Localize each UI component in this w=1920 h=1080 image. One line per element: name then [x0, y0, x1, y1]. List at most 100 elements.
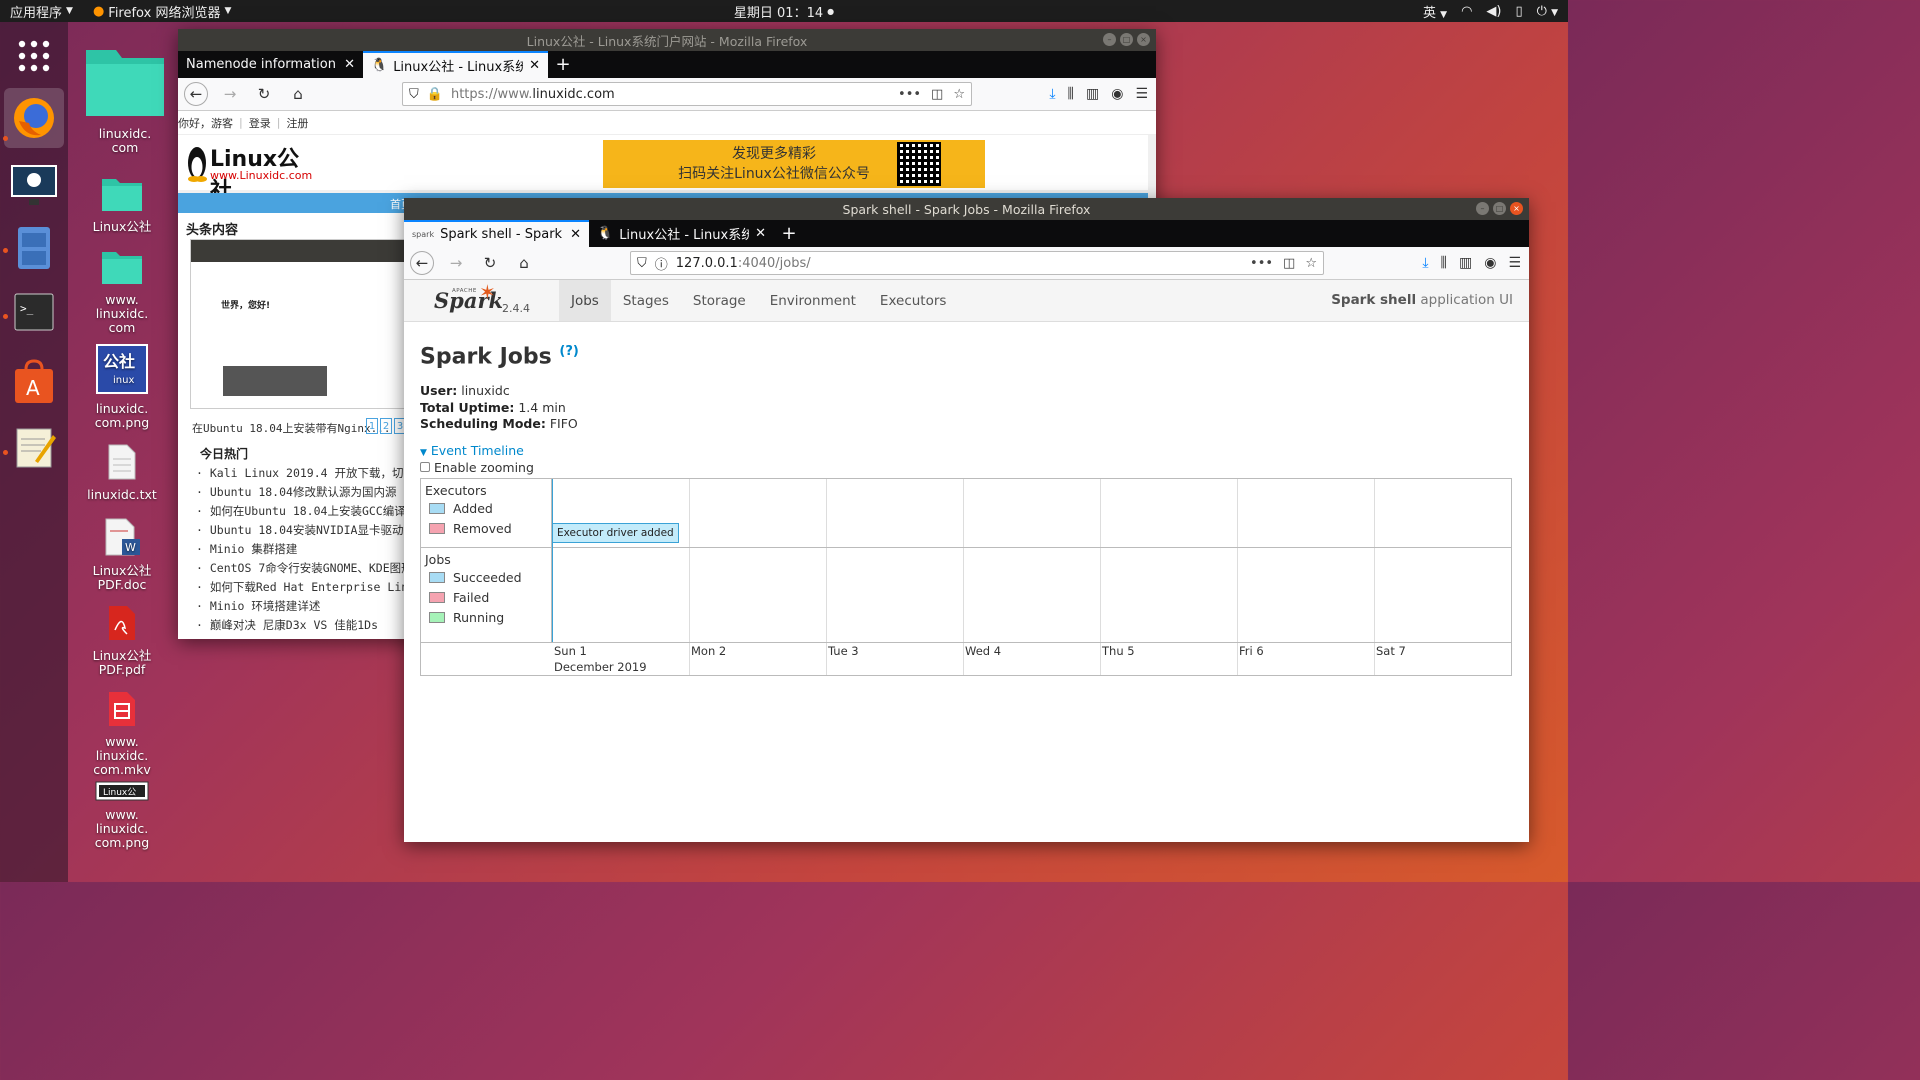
site-logo[interactable]: Linux公社 www.Linuxidc.com [186, 139, 312, 204]
tab-executors[interactable]: Executors [868, 280, 959, 321]
desktop-icon[interactable]: www. linuxidc. com [72, 248, 172, 335]
minimize-button[interactable]: – [1103, 33, 1116, 46]
back-button[interactable]: ← [184, 82, 208, 106]
list-item[interactable]: · 如何下载Red Hat Enterprise Linux [196, 578, 406, 597]
enable-zooming[interactable]: Enable zooming [420, 460, 1513, 475]
bookmark-star-icon[interactable]: ☆ [1305, 256, 1317, 271]
desktop-icon[interactable]: Linux公社 PDF.pdf [72, 604, 172, 677]
help-link[interactable]: (?) [559, 344, 578, 359]
bookmark-star-icon[interactable]: ☆ [953, 87, 965, 102]
desktop-icon[interactable]: Linux公社 [72, 175, 172, 234]
page-actions-icon[interactable]: ••• [898, 87, 921, 102]
download-icon[interactable]: ⤓ [1049, 86, 1055, 102]
wifi-icon[interactable]: ◠ [1461, 4, 1472, 19]
headline-thumbnail[interactable]: 世界，您好! [190, 239, 405, 409]
window-titlebar[interactable]: Linux公社 - Linux系统门户网站 - Mozilla Firefox … [178, 29, 1156, 51]
back-button[interactable]: ← [410, 251, 434, 275]
power-icon[interactable]: ⏻ ▼ [1537, 4, 1558, 19]
home-button[interactable]: ⌂ [512, 251, 536, 275]
list-item[interactable]: · CentOS 7命令行安装GNOME、KDE图形 [196, 559, 406, 578]
shield-icon[interactable]: ⛉ [637, 256, 647, 271]
lock-icon[interactable]: 🔒 [427, 87, 443, 102]
window-titlebar[interactable]: Spark shell - Spark Jobs - Mozilla Firef… [404, 198, 1529, 220]
url-bar[interactable]: ⛉ ⓘ 127.0.0.1:4040/jobs/ ••• ◫ ☆ [630, 251, 1324, 275]
volume-icon[interactable]: ◀) [1486, 4, 1501, 19]
forward-button[interactable]: → [218, 82, 242, 106]
applications-menu[interactable]: 应用程序 ▼ [0, 2, 83, 21]
library-icon[interactable]: ⫼ [1068, 86, 1074, 102]
register-link[interactable]: 注册 [286, 115, 308, 131]
pocket-icon[interactable]: ◫ [931, 87, 943, 102]
new-tab-button[interactable]: + [548, 51, 578, 78]
tab-linuxidc[interactable]: 🐧 Linux公社 - Linux系统门 ✕ [363, 51, 548, 78]
spark-logo[interactable]: APACHE Spark ✶ 2.4.4 [404, 280, 559, 321]
dock-text-editor[interactable] [4, 418, 64, 478]
event-timeline[interactable]: Executors Added Removed Jobs Succeeded F… [420, 478, 1512, 676]
close-button[interactable]: × [1510, 202, 1523, 215]
close-tab-icon[interactable]: ✕ [755, 226, 766, 241]
thumb-caption[interactable]: 在Ubuntu 18.04上安装带有Nginx... [192, 420, 390, 436]
desktop-icon[interactable]: linuxidc. com [75, 42, 175, 155]
desktop-icon[interactable]: Linux公 www. linuxidc. com.png [72, 781, 172, 850]
page-link[interactable]: 2 [380, 418, 392, 434]
info-icon[interactable]: ⓘ [655, 254, 668, 273]
menu-icon[interactable]: ☰ [1135, 86, 1148, 102]
sidebar-icon[interactable]: ▥ [1086, 86, 1099, 102]
download-icon[interactable]: ⤓ [1422, 255, 1428, 271]
clock[interactable]: 星期日 01：14 ● [724, 2, 844, 21]
ad-banner[interactable]: 发现更多精彩 扫码关注Linux公社微信公众号 [603, 140, 985, 188]
dock-remote-desktop[interactable] [4, 156, 64, 216]
battery-icon[interactable]: ▯ [1516, 4, 1523, 19]
pocket-icon[interactable]: ◫ [1283, 256, 1295, 271]
maximize-button[interactable]: □ [1493, 202, 1506, 215]
front-browser-window[interactable]: Spark shell - Spark Jobs - Mozilla Firef… [404, 198, 1529, 842]
account-icon[interactable]: ◉ [1111, 86, 1123, 102]
list-item[interactable]: · Minio 集群搭建 [196, 540, 406, 559]
desktop-icon[interactable]: www. linuxidc. com.mkv [72, 690, 172, 777]
list-item[interactable]: · Ubuntu 18.04安装NVIDIA显卡驱动教 [196, 521, 406, 540]
dock-terminal[interactable]: >_ [4, 284, 64, 344]
tab-linuxidc[interactable]: 🐧 Linux公社 - Linux系统门 ✕ [589, 220, 774, 247]
menu-icon[interactable]: ☰ [1508, 255, 1521, 271]
dock-file-cabinet[interactable] [4, 218, 64, 278]
list-item[interactable]: · Kali Linux 2019.4 开放下载，切换 [196, 464, 406, 483]
url-bar[interactable]: ⛉ 🔒 https://www.linuxidc.com ••• ◫ ☆ [402, 82, 972, 106]
dock-software[interactable]: A [4, 352, 64, 412]
tab-stages[interactable]: Stages [611, 280, 681, 321]
list-item[interactable]: · 如何在Ubuntu 18.04上安装GCC编译器 [196, 502, 406, 521]
sidebar-icon[interactable]: ▥ [1459, 255, 1472, 271]
tab-environment[interactable]: Environment [758, 280, 868, 321]
minimize-button[interactable]: – [1476, 202, 1489, 215]
close-tab-icon[interactable]: ✕ [344, 57, 355, 72]
tab-spark-jobs[interactable]: spark Spark shell - Spark Jobs ✕ [404, 220, 589, 247]
tab-jobs[interactable]: Jobs [559, 280, 611, 321]
reload-button[interactable]: ↻ [252, 82, 276, 106]
tab-storage[interactable]: Storage [681, 280, 758, 321]
executor-added-event[interactable]: Executor driver added [552, 523, 679, 543]
shield-icon[interactable]: ⛉ [409, 87, 419, 102]
desktop-icon[interactable]: W Linux公社 PDF.doc [72, 517, 172, 592]
desktop-icon[interactable]: 公社 inux linuxidc. com.png [72, 343, 172, 430]
account-icon[interactable]: ◉ [1484, 255, 1496, 271]
list-item[interactable]: · 巅峰对决 尼康D3x VS 佳能1Ds [196, 616, 406, 635]
page-link[interactable]: 1 [366, 418, 378, 434]
tab-namenode[interactable]: Namenode information ✕ [178, 51, 363, 78]
login-link[interactable]: 登录 [249, 115, 271, 131]
desktop-icon[interactable]: linuxidc.txt [72, 443, 172, 502]
close-tab-icon[interactable]: ✕ [570, 227, 581, 242]
close-button[interactable]: × [1137, 33, 1150, 46]
maximize-button[interactable]: □ [1120, 33, 1133, 46]
dock-firefox[interactable] [4, 88, 64, 148]
home-button[interactable]: ⌂ [286, 82, 310, 106]
forward-button[interactable]: → [444, 251, 468, 275]
library-icon[interactable]: ⫼ [1441, 255, 1447, 271]
new-tab-button[interactable]: + [774, 220, 804, 247]
event-timeline-toggle[interactable]: ▼ Event Timeline [420, 443, 1513, 458]
close-tab-icon[interactable]: ✕ [529, 58, 540, 73]
input-method-indicator[interactable]: 英 ▼ [1423, 2, 1447, 21]
active-app-menu[interactable]: ● Firefox 网络浏览器 ▼ [83, 2, 241, 21]
list-item[interactable]: · Minio 环境搭建详述 [196, 597, 406, 616]
reload-button[interactable]: ↻ [478, 251, 502, 275]
page-actions-icon[interactable]: ••• [1250, 256, 1273, 271]
list-item[interactable]: · Ubuntu 18.04修改默认源为国内源 [196, 483, 406, 502]
